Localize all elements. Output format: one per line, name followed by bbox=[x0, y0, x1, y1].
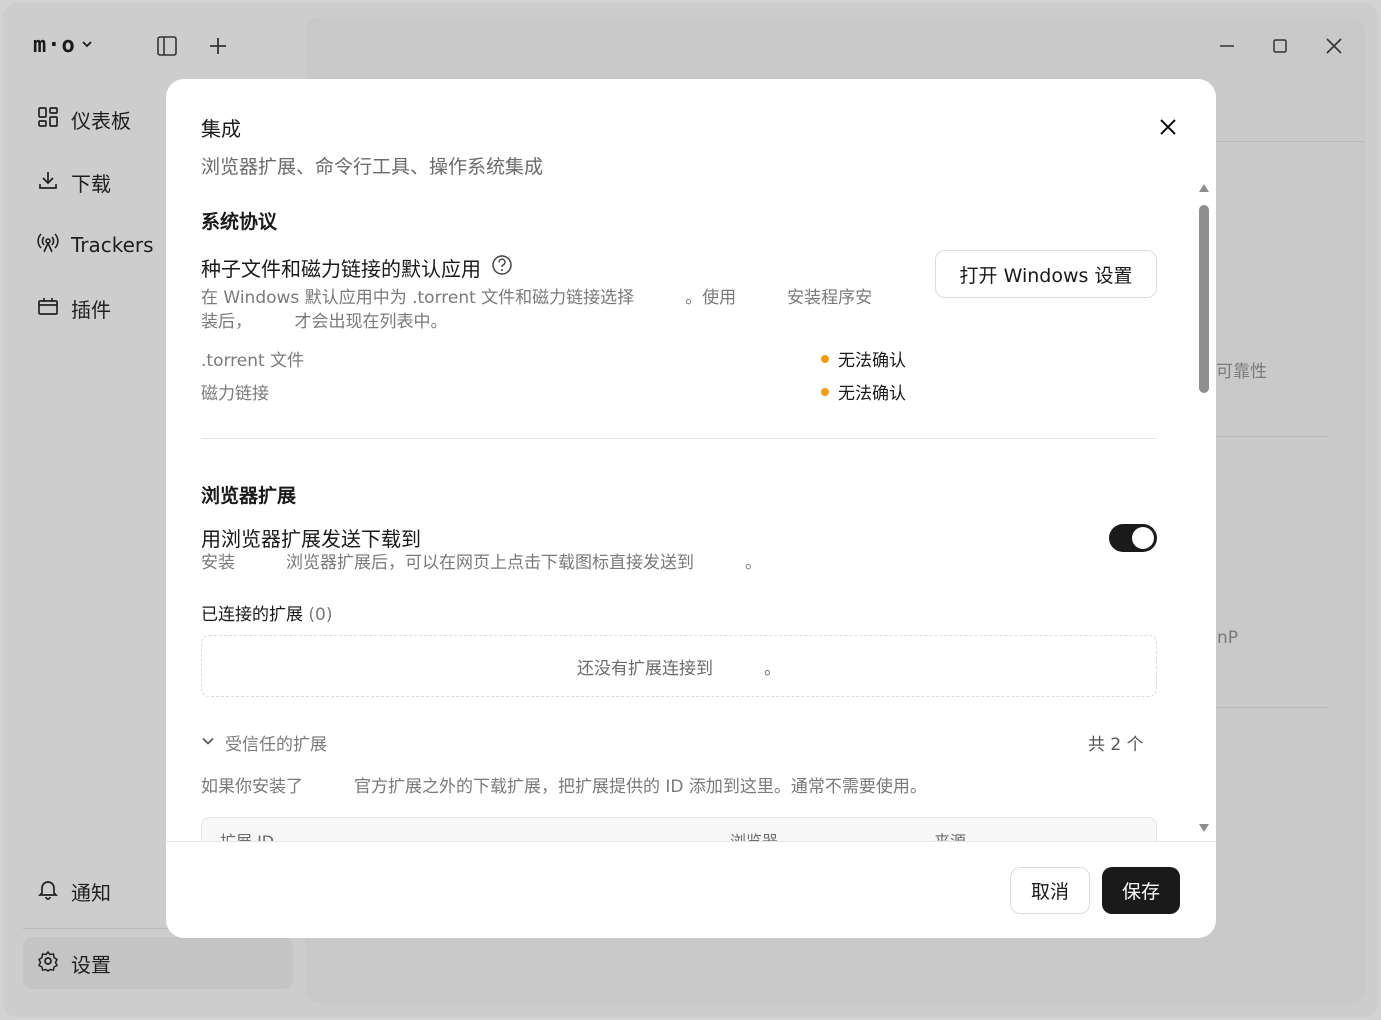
antenna-icon bbox=[37, 232, 59, 259]
sidebar-item-label: 插件 bbox=[71, 297, 111, 322]
chevron-down-icon bbox=[80, 36, 94, 55]
dialog-scroll-area[interactable]: 系统协议 种子文件和磁力链接的默认应用 在 Windows 默认应用中为 .to… bbox=[166, 179, 1216, 841]
cancel-button[interactable]: 取消 bbox=[1010, 867, 1090, 914]
trusted-extensions-table-header: 扩展 ID 浏览器 来源 bbox=[201, 817, 1157, 841]
magnet-link-label: 磁力链接 bbox=[201, 384, 269, 404]
sidebar-settings-wrap: 设置 bbox=[23, 937, 293, 1000]
torrent-file-status: 无法确认 bbox=[821, 346, 906, 371]
column-header-extension-id: 扩展 ID bbox=[220, 828, 274, 841]
sidebar-toggle-icon[interactable] bbox=[154, 33, 180, 59]
scroll-down-icon[interactable] bbox=[1198, 823, 1210, 833]
dialog-title: 集成 bbox=[201, 117, 241, 141]
dialog-subtitle: 浏览器扩展、命令行工具、操作系统集成 bbox=[201, 156, 544, 178]
warning-dot-icon bbox=[821, 387, 829, 396]
toggle-knob bbox=[1132, 527, 1154, 549]
sidebar-item-label: 通知 bbox=[71, 880, 111, 905]
browser-extension-description: 安装 浏览器扩展后，可以在网页上点击下载图标直接发送到 。 bbox=[201, 553, 762, 573]
help-icon[interactable] bbox=[491, 254, 513, 281]
section-browser-extension-title: 浏览器扩展 bbox=[201, 485, 297, 507]
section-divider bbox=[201, 438, 1157, 439]
no-extensions-placeholder: 还没有扩展连接到 。 bbox=[201, 635, 1157, 697]
sidebar-item-label: 设置 bbox=[71, 952, 111, 977]
close-window-icon[interactable] bbox=[1321, 33, 1347, 59]
close-icon[interactable] bbox=[1156, 115, 1180, 139]
open-windows-settings-button[interactable]: 打开 Windows 设置 bbox=[935, 250, 1157, 298]
sidebar-item-label: Trackers bbox=[71, 233, 154, 257]
sidebar-item-label: 仪表板 bbox=[71, 108, 131, 133]
save-button[interactable]: 保存 bbox=[1102, 867, 1180, 914]
integration-dialog: 集成 浏览器扩展、命令行工具、操作系统集成 系统协议 种子文件和磁力链接的默认应… bbox=[166, 79, 1216, 938]
default-app-desc-line2: 装后， 才会出现在列表中。 bbox=[201, 312, 448, 332]
trusted-extensions-description: 如果你安装了 官方扩展之外的下载扩展，把扩展提供的 ID 添加到这里。通常不需要… bbox=[201, 777, 927, 797]
section-system-protocol-title: 系统协议 bbox=[201, 211, 278, 233]
connected-extensions-label: 已连接的扩展 (0) bbox=[201, 600, 333, 625]
default-app-title-text: 种子文件和磁力链接的默认应用 bbox=[201, 257, 481, 281]
scroll-up-icon[interactable] bbox=[1198, 183, 1210, 193]
bg-divider bbox=[1215, 707, 1328, 708]
status-text: 无法确认 bbox=[838, 384, 906, 404]
status-text: 无法确认 bbox=[838, 351, 906, 371]
trusted-extensions-label: 受信任的扩展 bbox=[225, 735, 327, 755]
scrollbar-thumb[interactable] bbox=[1199, 205, 1209, 393]
column-header-browser: 浏览器 bbox=[730, 828, 778, 841]
trusted-extensions-count: 共 2 个 bbox=[1088, 735, 1144, 755]
default-app-desc-line1: 在 Windows 默认应用中为 .torrent 文件和磁力链接选择 。使用 … bbox=[201, 288, 873, 308]
add-icon[interactable] bbox=[205, 33, 231, 59]
default-app-description: 在 Windows 默认应用中为 .torrent 文件和磁力链接选择 。使用 … bbox=[201, 286, 921, 334]
trusted-extensions-toggle[interactable]: 受信任的扩展 bbox=[201, 730, 327, 755]
connected-extensions-count: (0) bbox=[308, 605, 333, 625]
browser-extension-send-title: 用浏览器扩展发送下载到 bbox=[201, 527, 421, 551]
sidebar-item-settings[interactable]: 设置 bbox=[23, 937, 293, 989]
chevron-down-icon bbox=[201, 733, 215, 753]
browser-extension-toggle[interactable] bbox=[1109, 524, 1157, 552]
bell-icon bbox=[37, 878, 59, 905]
dashboard-icon bbox=[37, 106, 59, 133]
dialog-scrollbar[interactable] bbox=[1196, 181, 1212, 841]
sidebar-item-label: 下载 bbox=[71, 171, 111, 196]
column-header-source: 来源 bbox=[934, 828, 966, 841]
bg-text-np: nP bbox=[1217, 628, 1239, 648]
dialog-footer-divider bbox=[166, 841, 1216, 842]
app-logo: m·o bbox=[33, 33, 76, 58]
default-app-title: 种子文件和磁力链接的默认应用 bbox=[201, 253, 513, 282]
magnet-link-status: 无法确认 bbox=[821, 379, 906, 404]
gear-icon bbox=[37, 950, 59, 977]
warning-dot-icon bbox=[821, 354, 829, 363]
bg-divider bbox=[1215, 436, 1328, 437]
download-icon bbox=[37, 169, 59, 196]
plugin-icon bbox=[37, 295, 59, 322]
torrent-file-label: .torrent 文件 bbox=[201, 351, 305, 371]
bg-text-reliability: 可靠性 bbox=[1216, 362, 1267, 382]
maximize-icon[interactable] bbox=[1267, 33, 1293, 59]
app-logo-menu[interactable]: m·o bbox=[33, 33, 94, 58]
connected-extensions-text: 已连接的扩展 bbox=[201, 605, 303, 625]
minimize-icon[interactable] bbox=[1214, 33, 1240, 59]
